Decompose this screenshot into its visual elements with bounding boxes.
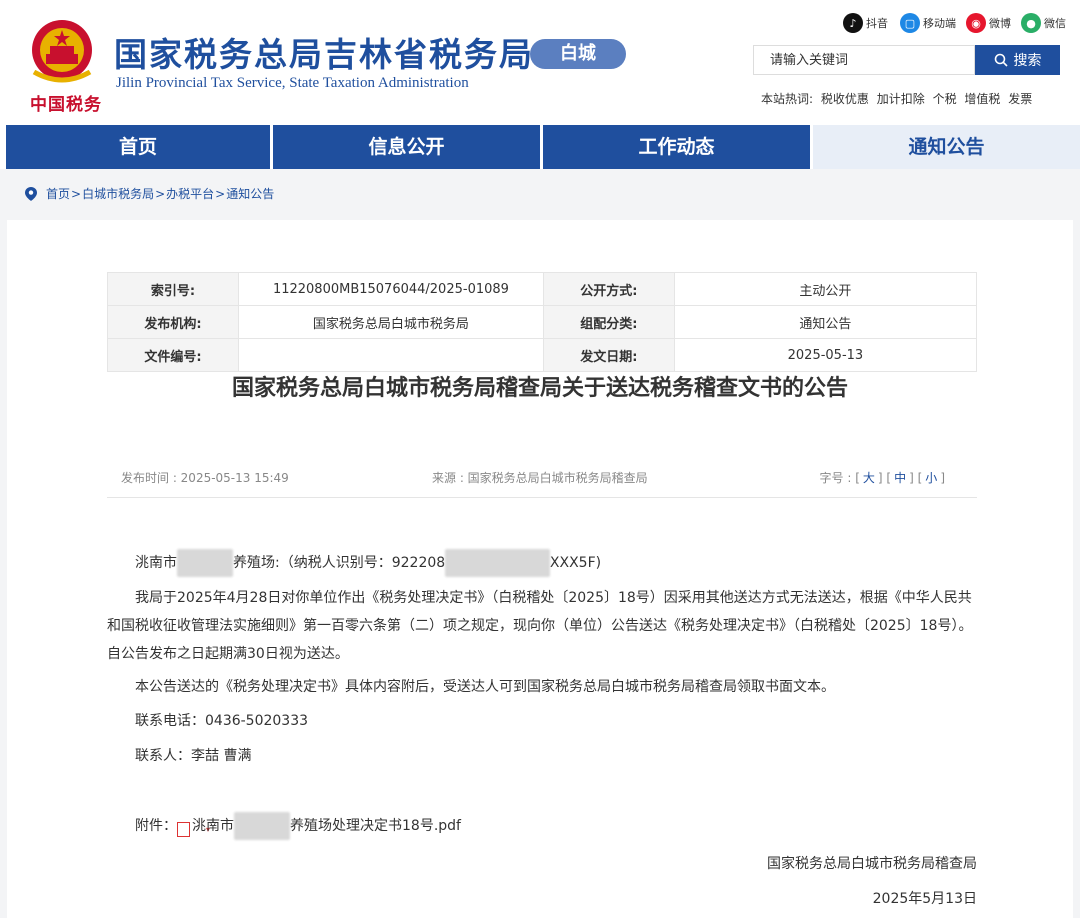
national-emblem-icon bbox=[32, 20, 92, 83]
hot-word[interactable]: 税收优惠 bbox=[821, 92, 869, 106]
breadcrumb: 首页 > 白城市税务局 > 办税平台 > 通知公告 bbox=[24, 185, 274, 202]
search-button-label: 搜索 bbox=[1013, 53, 1042, 69]
publish-time: 发布时间 : 2025-05-13 15:49 bbox=[121, 471, 289, 485]
attachment-label: 附件： bbox=[135, 818, 177, 834]
article-info-bar: 发布时间 : 2025-05-13 15:49 来源 : 国家税务总局白城市税务… bbox=[107, 469, 977, 498]
douyin-icon: ♪ bbox=[843, 13, 863, 33]
paragraph-pickup: 本公告送达的《税务处理决定书》具体内容附后，受送达人可到国家税务总局白城市税务局… bbox=[135, 679, 835, 695]
tax-logo-text: 中国税务 bbox=[30, 95, 102, 115]
meta-key: 组配分类: bbox=[542, 305, 675, 339]
hot-words-label: 本站热词: bbox=[761, 92, 814, 106]
redacted-text: XXXXXXXX bbox=[445, 549, 550, 577]
weibo-icon: ◉ bbox=[966, 13, 986, 33]
meta-category-value: 通知公告 bbox=[673, 305, 978, 339]
addressee-middle: 养殖场:（纳税人识别号：922208 bbox=[233, 555, 446, 571]
meta-key: 公开方式: bbox=[542, 272, 675, 306]
pdf-icon: ▾ bbox=[177, 822, 210, 837]
city-badge[interactable]: 白城 bbox=[530, 39, 626, 69]
social-douyin[interactable]: ♪ 抖音 bbox=[843, 12, 888, 34]
social-label: 微信 bbox=[1044, 17, 1066, 30]
meta-key: 索引号: bbox=[107, 272, 239, 306]
hot-word[interactable]: 个税 bbox=[933, 92, 957, 106]
signature-org: 国家税务总局白城市税务局稽查局 bbox=[767, 856, 977, 872]
nav-info-disclosure[interactable]: 信息公开 bbox=[270, 125, 540, 169]
redacted-text: 某某 bbox=[177, 549, 233, 577]
font-size-label: 字号 : bbox=[819, 471, 852, 485]
meta-disclose-value: 主动公开 bbox=[673, 272, 978, 306]
redacted-text: 某某 bbox=[234, 812, 290, 840]
main-nav: 首页 信息公开 工作动态 通知公告 bbox=[0, 125, 1080, 169]
social-wechat[interactable]: ● 微信 bbox=[1021, 12, 1066, 34]
signature-date: 2025年5月13日 bbox=[872, 891, 977, 907]
attachment-line: 附件：▾洮南市某某养殖场处理决定书18号.pdf bbox=[107, 812, 977, 840]
search-input[interactable] bbox=[753, 45, 975, 75]
location-pin-icon bbox=[25, 186, 37, 201]
addressee-line: 洮南市某某养殖场:（纳税人识别号：922208XXXXXXXXXXX5F) bbox=[107, 549, 977, 577]
social-label: 微博 bbox=[989, 17, 1011, 30]
addressee-suffix: XXX5F) bbox=[549, 555, 602, 571]
metadata-table: 索引号: 11220800MB15076044/2025-01089 公开方式:… bbox=[107, 272, 978, 372]
article-body-2: 本公告送达的《税务处理决定书》具体内容附后，受送达人可到国家税务总局白城市税务局… bbox=[107, 673, 977, 701]
nav-home[interactable]: 首页 bbox=[0, 125, 270, 169]
meta-key: 发文日期: bbox=[542, 338, 675, 372]
attachment-name-prefix: 洮南市 bbox=[192, 818, 234, 834]
social-mobile[interactable]: ▢ 移动端 bbox=[900, 12, 956, 34]
hot-word[interactable]: 发票 bbox=[1008, 92, 1032, 106]
search-icon bbox=[994, 53, 1008, 67]
breadcrumb-home[interactable]: 首页 bbox=[46, 185, 70, 202]
contact-phone-line: 联系电话：0436-5020333 bbox=[107, 707, 977, 735]
contact-phone: 联系电话：0436-5020333 bbox=[135, 713, 309, 729]
contact-person: 联系人：李喆 曹满 bbox=[135, 748, 252, 764]
search-button[interactable]: 搜索 bbox=[975, 45, 1060, 75]
social-weibo[interactable]: ◉ 微博 bbox=[966, 12, 1011, 34]
hot-words: 本站热词: 税收优惠 加计扣除 个税 增值税 发票 bbox=[761, 90, 1036, 107]
article-title: 国家税务总局白城市税务局稽查局关于送达税务稽查文书的公告 bbox=[231, 376, 848, 401]
addressee-prefix: 洮南市 bbox=[135, 555, 177, 571]
breadcrumb-city-bureau[interactable]: 白城市税务局 bbox=[82, 185, 154, 202]
font-size-switcher: 字号 : [大] [中] [小] bbox=[819, 471, 945, 485]
attachment-name-suffix: 养殖场处理决定书18号.pdf bbox=[290, 818, 461, 834]
nav-work-news[interactable]: 工作动态 bbox=[540, 125, 810, 169]
font-size-large[interactable]: 大 bbox=[863, 471, 875, 485]
article-body: 我局于2025年4月28日对你单位作出《税务处理决定书》（白税稽处〔2025〕1… bbox=[107, 584, 977, 668]
mobile-icon: ▢ bbox=[900, 13, 920, 33]
paragraph-decision: 我局于2025年4月28日对你单位作出《税务处理决定书》（白税稽处〔2025〕1… bbox=[107, 590, 973, 662]
font-size-medium[interactable]: 中 bbox=[894, 471, 906, 485]
wechat-icon: ● bbox=[1021, 13, 1041, 33]
meta-docno-value bbox=[237, 338, 544, 372]
social-label: 抖音 bbox=[866, 17, 888, 30]
article-source: 来源 : 国家税务总局白城市税务局稽查局 bbox=[432, 471, 648, 485]
font-size-small[interactable]: 小 bbox=[925, 471, 937, 485]
meta-index-value: 11220800MB15076044/2025-01089 bbox=[237, 272, 544, 306]
site-title-english: Jilin Provincial Tax Service, State Taxa… bbox=[116, 75, 469, 91]
contact-person-line: 联系人：李喆 曹满 bbox=[107, 742, 977, 770]
meta-key: 发布机构: bbox=[107, 305, 239, 339]
hot-word[interactable]: 增值税 bbox=[964, 92, 1000, 106]
attachment-link[interactable]: 洮南市某某养殖场处理决定书18号.pdf bbox=[192, 812, 461, 840]
nav-notices[interactable]: 通知公告 bbox=[810, 125, 1080, 169]
breadcrumb-service-platform[interactable]: 办税平台 bbox=[166, 185, 214, 202]
meta-date-value: 2025-05-13 bbox=[673, 338, 978, 372]
breadcrumb-notices[interactable]: 通知公告 bbox=[226, 185, 274, 202]
site-header: 中国税务 国家税务总局吉林省税务局 Jilin Provincial Tax S… bbox=[0, 0, 1080, 125]
site-title[interactable]: 国家税务总局吉林省税务局 bbox=[114, 28, 534, 76]
meta-key: 文件编号: bbox=[107, 338, 239, 372]
hot-word[interactable]: 加计扣除 bbox=[877, 92, 925, 106]
meta-org-value: 国家税务总局白城市税务局 bbox=[237, 305, 544, 339]
social-label: 移动端 bbox=[923, 17, 956, 30]
